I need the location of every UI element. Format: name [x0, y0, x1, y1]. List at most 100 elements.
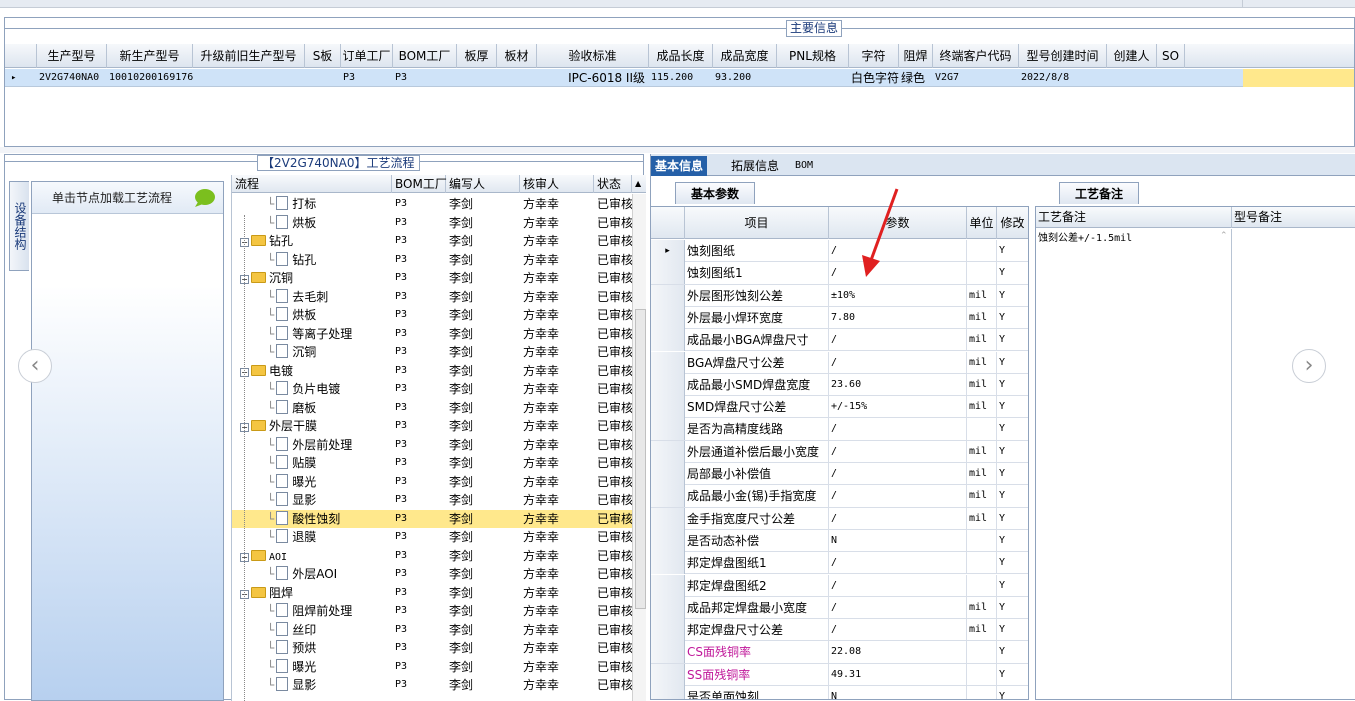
- tree-col-header-3[interactable]: 核审人: [520, 175, 594, 193]
- table-row[interactable]: 局部最小补偿值 / mil Y: [651, 463, 1028, 486]
- row-header[interactable]: [651, 306, 685, 329]
- table-row[interactable]: 邦定焊盘尺寸公差 / mil Y: [651, 619, 1028, 642]
- list-item[interactable]: └ 去毛刺 P3 李剑 方幸幸 已审核: [232, 288, 632, 307]
- table-row[interactable]: 成品最小金(锡)手指宽度 / mil Y: [651, 485, 1028, 508]
- table-row[interactable]: 外层通道补偿后最小宽度 / mil Y: [651, 440, 1028, 463]
- table-row[interactable]: CS面残铜率 22.08 Y: [651, 641, 1028, 664]
- list-item[interactable]: − 外层干膜 P3 李剑 方幸幸 已审核: [232, 417, 632, 436]
- column-header-9[interactable]: 成品长度: [649, 44, 713, 68]
- row-header[interactable]: [651, 351, 685, 374]
- row-header[interactable]: [651, 440, 685, 463]
- row-header[interactable]: [651, 284, 685, 307]
- column-header-10[interactable]: 成品宽度: [713, 44, 777, 68]
- list-item[interactable]: └ 打标 P3 李剑 方幸幸 已审核: [232, 195, 632, 214]
- horizontal-splitter[interactable]: [0, 147, 1355, 153]
- list-item[interactable]: └ 曝光 P3 李剑 方幸幸 已审核: [232, 473, 632, 492]
- param-value[interactable]: /: [829, 596, 967, 619]
- table-row[interactable]: 是否动态补偿 N Y: [651, 529, 1028, 553]
- column-header-8[interactable]: 验收标准: [537, 44, 649, 68]
- tab-equipment-structure[interactable]: 设备结构: [9, 181, 29, 271]
- column-header-12[interactable]: 字符: [849, 44, 899, 68]
- row-header[interactable]: [651, 396, 685, 419]
- column-header-7[interactable]: 板材: [497, 44, 537, 68]
- load-process-flow-item[interactable]: 单击节点加载工艺流程: [32, 182, 223, 214]
- table-row[interactable]: 外层最小焊环宽度 7.80 mil Y: [651, 306, 1028, 330]
- row-header[interactable]: [651, 418, 685, 441]
- table-row[interactable]: 成品邦定焊盘最小宽度 / mil Y: [651, 596, 1028, 620]
- param-value[interactable]: /: [829, 329, 967, 352]
- list-item[interactable]: └ 贴膜 P3 李剑 方幸幸 已审核: [232, 454, 632, 473]
- column-header-5[interactable]: BOM工厂: [393, 44, 457, 68]
- model-remark-field[interactable]: [1232, 229, 1355, 699]
- list-item[interactable]: └ 烘板 P3 李剑 方幸幸 已审核: [232, 214, 632, 233]
- table-row[interactable]: 是否为高精度线路 / Y: [651, 418, 1028, 441]
- list-item[interactable]: └ 退膜 P3 李剑 方幸幸 已审核: [232, 528, 632, 547]
- list-item[interactable]: − AOI P3 李剑 方幸幸 已审核: [232, 547, 632, 566]
- list-item[interactable]: └ 烘板 P3 李剑 方幸幸 已审核: [232, 306, 632, 325]
- row-header[interactable]: [651, 529, 685, 552]
- table-row[interactable]: 成品最小SMD焊盘宽度 23.60 mil Y: [651, 373, 1028, 397]
- param-value[interactable]: /: [829, 440, 967, 463]
- table-row[interactable]: 外层图形蚀刻公差 ±10% mil Y: [651, 284, 1028, 307]
- list-item[interactable]: └ 显影 P3 李剑 方幸幸 已审核: [232, 676, 632, 695]
- table-row[interactable]: 邦定焊盘图纸2/ Y: [651, 574, 1028, 597]
- param-value[interactable]: 22.08: [829, 641, 967, 664]
- tree-col-header-4[interactable]: 状态: [594, 175, 632, 193]
- param-value[interactable]: /: [829, 619, 967, 642]
- column-header-17[interactable]: SO: [1157, 44, 1185, 68]
- list-item[interactable]: └ 阻焊前处理 P3 李剑 方幸幸 已审核: [232, 602, 632, 621]
- table-row[interactable]: BGA焊盘尺寸公差 / mil Y: [651, 351, 1028, 374]
- param-value[interactable]: /: [829, 463, 967, 485]
- tab-bom[interactable]: BOM: [791, 156, 817, 176]
- row-header[interactable]: [651, 596, 685, 619]
- column-header-15[interactable]: 型号创建时间: [1019, 44, 1107, 68]
- param-value[interactable]: /: [829, 552, 967, 575]
- table-row[interactable]: 是否单面蚀刻 N Y: [651, 686, 1028, 699]
- column-header-16[interactable]: 创建人: [1107, 44, 1157, 68]
- process-remark-field[interactable]: 蚀刻公差+/-1.5mil ⌃: [1036, 229, 1232, 699]
- tab-extended-info[interactable]: 拓展信息: [727, 156, 783, 176]
- row-header[interactable]: [651, 641, 685, 664]
- list-item[interactable]: └ 显影 P3 李剑 方幸幸 已审核: [232, 491, 632, 510]
- row-header[interactable]: [651, 619, 685, 642]
- column-header-13[interactable]: 阻焊: [899, 44, 933, 68]
- tab-basic-params[interactable]: 基本参数: [675, 182, 755, 204]
- row-header[interactable]: [651, 574, 685, 597]
- row-header[interactable]: [651, 663, 685, 686]
- table-row[interactable]: 邦定焊盘图纸1/ Y: [651, 552, 1028, 575]
- list-item[interactable]: └ 曝光 P3 李剑 方幸幸 已审核: [232, 658, 632, 677]
- param-value[interactable]: ±10%: [829, 284, 967, 307]
- param-value[interactable]: /: [829, 351, 967, 374]
- row-header[interactable]: ▸: [651, 240, 685, 262]
- list-item[interactable]: └ 预烘 P3 李剑 方幸幸 已审核: [232, 639, 632, 658]
- tab-process-remark[interactable]: 工艺备注: [1059, 182, 1139, 204]
- list-item[interactable]: − 沉铜 P3 李剑 方幸幸 已审核: [232, 269, 632, 288]
- column-header-3[interactable]: S板: [305, 44, 341, 68]
- param-value[interactable]: 23.60: [829, 373, 967, 396]
- list-item[interactable]: − 电镀 P3 李剑 方幸幸 已审核: [232, 362, 632, 381]
- param-value[interactable]: 49.31: [829, 663, 967, 686]
- row-header[interactable]: [651, 507, 685, 530]
- table-row[interactable]: ▸ 2V2G740NA0 10010200169176 P3 P3 IPC-6018 II…: [5, 69, 1354, 87]
- row-header[interactable]: [651, 262, 685, 285]
- list-item[interactable]: └ 沉铜 P3 李剑 方幸幸 已审核: [232, 343, 632, 362]
- row-header[interactable]: [651, 329, 685, 352]
- table-row[interactable]: ▸ 蚀刻图纸 / Y: [651, 240, 1028, 263]
- tree-col-header-2[interactable]: 编写人: [446, 175, 520, 193]
- list-item[interactable]: − 阻焊 P3 李剑 方幸幸 已审核: [232, 584, 632, 603]
- list-item[interactable]: └ 等离子处理 P3 李剑 方幸幸 已审核: [232, 325, 632, 344]
- column-header-4[interactable]: 订单工厂: [341, 44, 393, 68]
- column-header-2[interactable]: 升级前旧生产型号: [193, 44, 305, 68]
- list-item[interactable]: └ 丝印 P3 李剑 方幸幸 已审核: [232, 621, 632, 640]
- param-value[interactable]: /: [829, 507, 967, 530]
- list-item[interactable]: └ 外层AOI P3 李剑 方幸幸 已审核: [232, 565, 632, 584]
- param-value[interactable]: +/-15%: [829, 396, 967, 419]
- column-header-1[interactable]: 新生产型号: [107, 44, 193, 68]
- column-header-11[interactable]: PNL规格: [777, 44, 849, 68]
- row-header[interactable]: [651, 686, 685, 699]
- column-header-0[interactable]: 生产型号: [37, 44, 107, 68]
- row-header[interactable]: [651, 373, 685, 396]
- list-item[interactable]: └ 外层前处理 P3 李剑 方幸幸 已审核: [232, 436, 632, 455]
- row-header[interactable]: [651, 485, 685, 508]
- params-col-header-0[interactable]: 项目: [685, 207, 829, 239]
